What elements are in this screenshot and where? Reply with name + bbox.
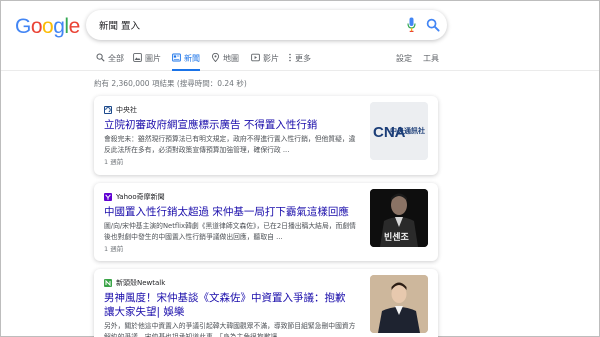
video-icon <box>251 53 260 62</box>
microphone-icon[interactable] <box>407 17 416 33</box>
result-title-link[interactable]: 男神風度！宋仲基談《文森佐》中資置入爭議：抱歉讓大家失望| 娛樂 <box>104 291 354 319</box>
result-age: 1 週前 <box>104 158 124 166</box>
tab-all[interactable]: 全部 <box>96 53 124 71</box>
thumbnail-caption: 빈센조 <box>384 233 409 243</box>
result-source[interactable]: 中央社 <box>104 105 137 115</box>
tab-videos[interactable]: 影片 <box>251 53 279 71</box>
tab-news[interactable]: 新聞 <box>172 53 200 71</box>
result-snippet: 會殺完未：雖然現行預算法已有明文規定，政府不得進行置入性行銷，但他質疑，違反此法… <box>104 135 356 154</box>
tab-more[interactable]: 更多 <box>288 53 311 71</box>
search-icon <box>96 53 105 62</box>
result-thumbnail[interactable] <box>370 275 428 333</box>
result-snippet: 圖/向/宋仲基主演的Netflix韓劇《黑道律師文森佐》，已在2日播出稱大結局，… <box>104 222 356 241</box>
result-source[interactable]: Yahoo奇摩新聞 <box>104 192 165 202</box>
tab-maps[interactable]: 地圖 <box>211 53 239 71</box>
actor-photo-icon <box>370 275 428 333</box>
result-thumbnail[interactable]: 빈센조 <box>370 189 428 247</box>
result-age: 1 週前 <box>104 245 124 253</box>
search-header: Google 新聞 置入 全部 圖片 新聞 地圖 影片 更多 設定 工具 <box>1 1 599 71</box>
result-thumbnail[interactable]: CNA 中央通訊社 <box>370 102 428 160</box>
yahoo-favicon-icon <box>104 193 112 201</box>
search-box[interactable]: 新聞 置入 <box>86 10 447 40</box>
tab-images[interactable]: 圖片 <box>133 53 161 71</box>
map-pin-icon <box>211 53 220 62</box>
result-stats: 約有 2,360,000 項結果 (搜尋時間：0.24 秒) <box>94 79 247 88</box>
news-result-card[interactable]: 中央社 立院初審政府網宣應標示廣告 不得置入性行銷 會殺完未：雖然現行預算法已有… <box>94 96 438 175</box>
result-title-link[interactable]: 中國置入性行銷太超過 宋仲基一局打下霸氣這樣回應 <box>104 205 354 220</box>
newtalk-favicon-icon <box>104 279 112 287</box>
result-title-link[interactable]: 立院初審政府網宣應標示廣告 不得置入性行銷 <box>104 118 354 133</box>
thumbnail-caption: 中央通訊社 <box>390 127 425 135</box>
news-icon <box>172 53 181 62</box>
settings-link[interactable]: 設定 <box>396 53 412 64</box>
more-dots-icon <box>289 53 291 62</box>
image-icon <box>133 53 142 62</box>
google-logo[interactable]: Google <box>15 13 80 41</box>
result-source[interactable]: 新頭殼Newtalk <box>104 278 165 288</box>
search-input[interactable]: 新聞 置入 <box>99 18 140 32</box>
news-result-card[interactable]: Yahoo奇摩新聞 中國置入性行銷太超過 宋仲基一局打下霸氣這樣回應 圖/向/宋… <box>94 183 438 261</box>
search-icon[interactable] <box>426 18 440 32</box>
result-snippet: 另外，關於他這中資置入的爭議引起韓大韓國觀眾不滿，導致節目組緊急刪中國資方解約的… <box>104 322 356 337</box>
news-result-card[interactable]: 新頭殼Newtalk 男神風度！宋仲基談《文森佐》中資置入爭議：抱歉讓大家失望|… <box>94 269 438 337</box>
tools-link[interactable]: 工具 <box>423 53 439 64</box>
cna-favicon-icon <box>104 106 112 114</box>
